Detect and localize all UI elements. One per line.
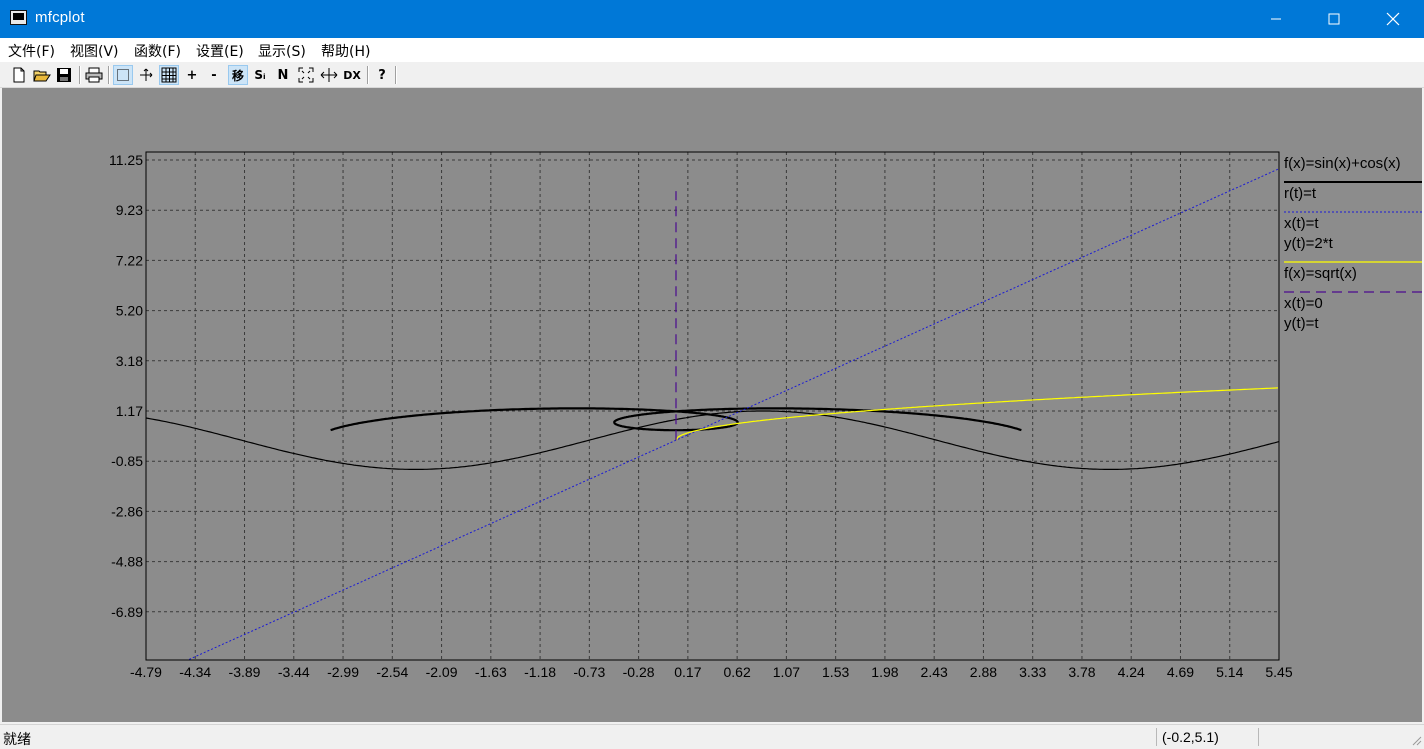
legend-label: y(t)=t	[1284, 315, 1319, 332]
legend-label: f(x)=sin(x)+cos(x)	[1284, 155, 1401, 172]
plot-area[interactable]: -4.79 -4.34 -3.89 -3.44 -2.99 -2.54 -2.09 -1.63…	[2, 88, 1422, 722]
series-function-line	[145, 410, 1280, 470]
y-tick-label: 11.25	[109, 152, 143, 168]
maximize-button[interactable]	[1305, 0, 1363, 38]
x-tick-label: -2.09	[426, 664, 458, 680]
x-tick-label: -1.63	[475, 664, 507, 680]
close-button[interactable]	[1364, 0, 1422, 38]
menu-bar: 文件(F) 视图(V) 函数(F) 设置(E) 显示(S) 帮助(H)	[0, 38, 1424, 62]
menu-file[interactable]: 文件(F)	[8, 41, 55, 61]
close-icon	[1386, 12, 1400, 26]
menu-function[interactable]: 函数(F)	[134, 41, 181, 61]
y-tick-label: 7.22	[116, 252, 143, 268]
menu-display[interactable]: 显示(S)	[258, 41, 306, 61]
series-parametric-line	[188, 168, 1280, 660]
select-icon	[117, 69, 129, 81]
maximize-icon	[1328, 13, 1340, 25]
x-tick-label: -0.73	[573, 664, 605, 680]
title-bar: mfcplot	[0, 0, 1424, 38]
minimize-icon	[1271, 18, 1281, 20]
legend-label: f(x)=sqrt(x)	[1284, 265, 1357, 282]
y-tick-label: 9.23	[116, 202, 143, 218]
x-tick-label: -1.18	[524, 664, 556, 680]
plot-frame	[145, 151, 1280, 661]
y-tick-label: 3.18	[116, 353, 143, 369]
legend-label: y(t)=2*t	[1284, 235, 1334, 252]
x-tick-label: -2.54	[376, 664, 408, 680]
status-bar: 就绪 (-0.2,5.1)	[0, 724, 1424, 748]
grid-lines	[146, 152, 1279, 660]
print-icon	[85, 67, 103, 83]
resize-grip-icon[interactable]	[1410, 734, 1422, 746]
fit-button[interactable]	[296, 65, 316, 85]
move-button[interactable]	[136, 65, 156, 85]
x-tick-label: 1.53	[822, 664, 849, 680]
open-folder-icon	[33, 70, 51, 82]
dx-button[interactable]: DX	[342, 65, 362, 85]
x-tick-label: -0.28	[623, 664, 655, 680]
x-tick-label: 1.07	[773, 664, 800, 680]
x-tick-label: 1.98	[871, 664, 898, 680]
print-button[interactable]	[84, 65, 104, 85]
x-tick-label: 0.62	[724, 664, 751, 680]
zoom-in-button[interactable]: +	[182, 65, 202, 85]
chart[interactable]: -4.79 -4.34 -3.89 -3.44 -2.99 -2.54 -2.09 -1.63…	[2, 88, 1422, 722]
x-tick-label: -4.79	[130, 664, 162, 680]
x-tick-label: 2.43	[921, 664, 948, 680]
app-icon[interactable]	[10, 10, 27, 25]
y-tick-label: 1.17	[116, 403, 143, 419]
grid-button[interactable]	[159, 65, 179, 85]
menu-settings[interactable]: 设置(E)	[196, 41, 244, 61]
new-file-button[interactable]	[9, 65, 29, 85]
x-tick-label: -2.99	[327, 664, 359, 680]
x-tick-label: 0.17	[674, 664, 701, 680]
x-tick-label: 5.45	[1265, 664, 1292, 680]
x-tick-label: -4.34	[179, 664, 211, 680]
x-tick-label: 2.88	[970, 664, 997, 680]
save-icon	[57, 68, 71, 82]
window-title: mfcplot	[35, 9, 85, 26]
y-tick-label: -4.88	[111, 554, 143, 570]
move-mode-button[interactable]: 移	[228, 65, 248, 85]
toolbar: + - 移 Sᵢ N DX ?	[0, 62, 1424, 88]
help-button[interactable]: ?	[372, 65, 392, 85]
status-text: 就绪	[3, 732, 31, 748]
zoom-out-button[interactable]: -	[204, 65, 224, 85]
legend-label: r(t)=t	[1284, 185, 1317, 202]
legend-label: x(t)=0	[1284, 295, 1323, 312]
y-tick-label: -6.89	[111, 604, 143, 620]
x-tick-label: 4.69	[1167, 664, 1194, 680]
menu-help[interactable]: 帮助(H)	[321, 41, 370, 61]
select-button[interactable]	[113, 65, 133, 85]
x-tick-label: 3.33	[1019, 664, 1046, 680]
fit-icon	[298, 67, 314, 83]
y-tick-label: -2.86	[111, 503, 143, 519]
x-tick-label: -3.89	[229, 664, 261, 680]
x-tick-label: 5.14	[1216, 664, 1243, 680]
legend: f(x)=sin(x)+cos(x) r(t)=t x(t)=t y(t)=2*t f(…	[1284, 155, 1422, 332]
y-tick-label: -0.85	[111, 453, 143, 469]
cursor-coordinates: (-0.2,5.1)	[1162, 729, 1219, 745]
si-button[interactable]: Sᵢ	[250, 65, 270, 85]
grid-icon	[161, 67, 177, 83]
dx-stretch-button[interactable]	[319, 65, 339, 85]
legend-label: x(t)=t	[1284, 215, 1319, 232]
dx-stretch-icon	[320, 68, 338, 82]
menu-view[interactable]: 视图(V)	[70, 41, 119, 61]
x-tick-label: -3.44	[278, 664, 310, 680]
open-button[interactable]	[32, 65, 52, 85]
x-tick-label: 4.24	[1118, 664, 1145, 680]
n-button[interactable]: N	[273, 65, 293, 85]
save-button[interactable]	[54, 65, 74, 85]
move-icon	[140, 68, 153, 81]
minimize-button[interactable]	[1247, 0, 1305, 38]
curves	[145, 168, 1280, 660]
new-file-icon	[13, 67, 25, 83]
x-tick-label: 3.78	[1068, 664, 1095, 680]
series-function-line	[675, 387, 1278, 441]
y-tick-label: 5.20	[116, 303, 143, 319]
